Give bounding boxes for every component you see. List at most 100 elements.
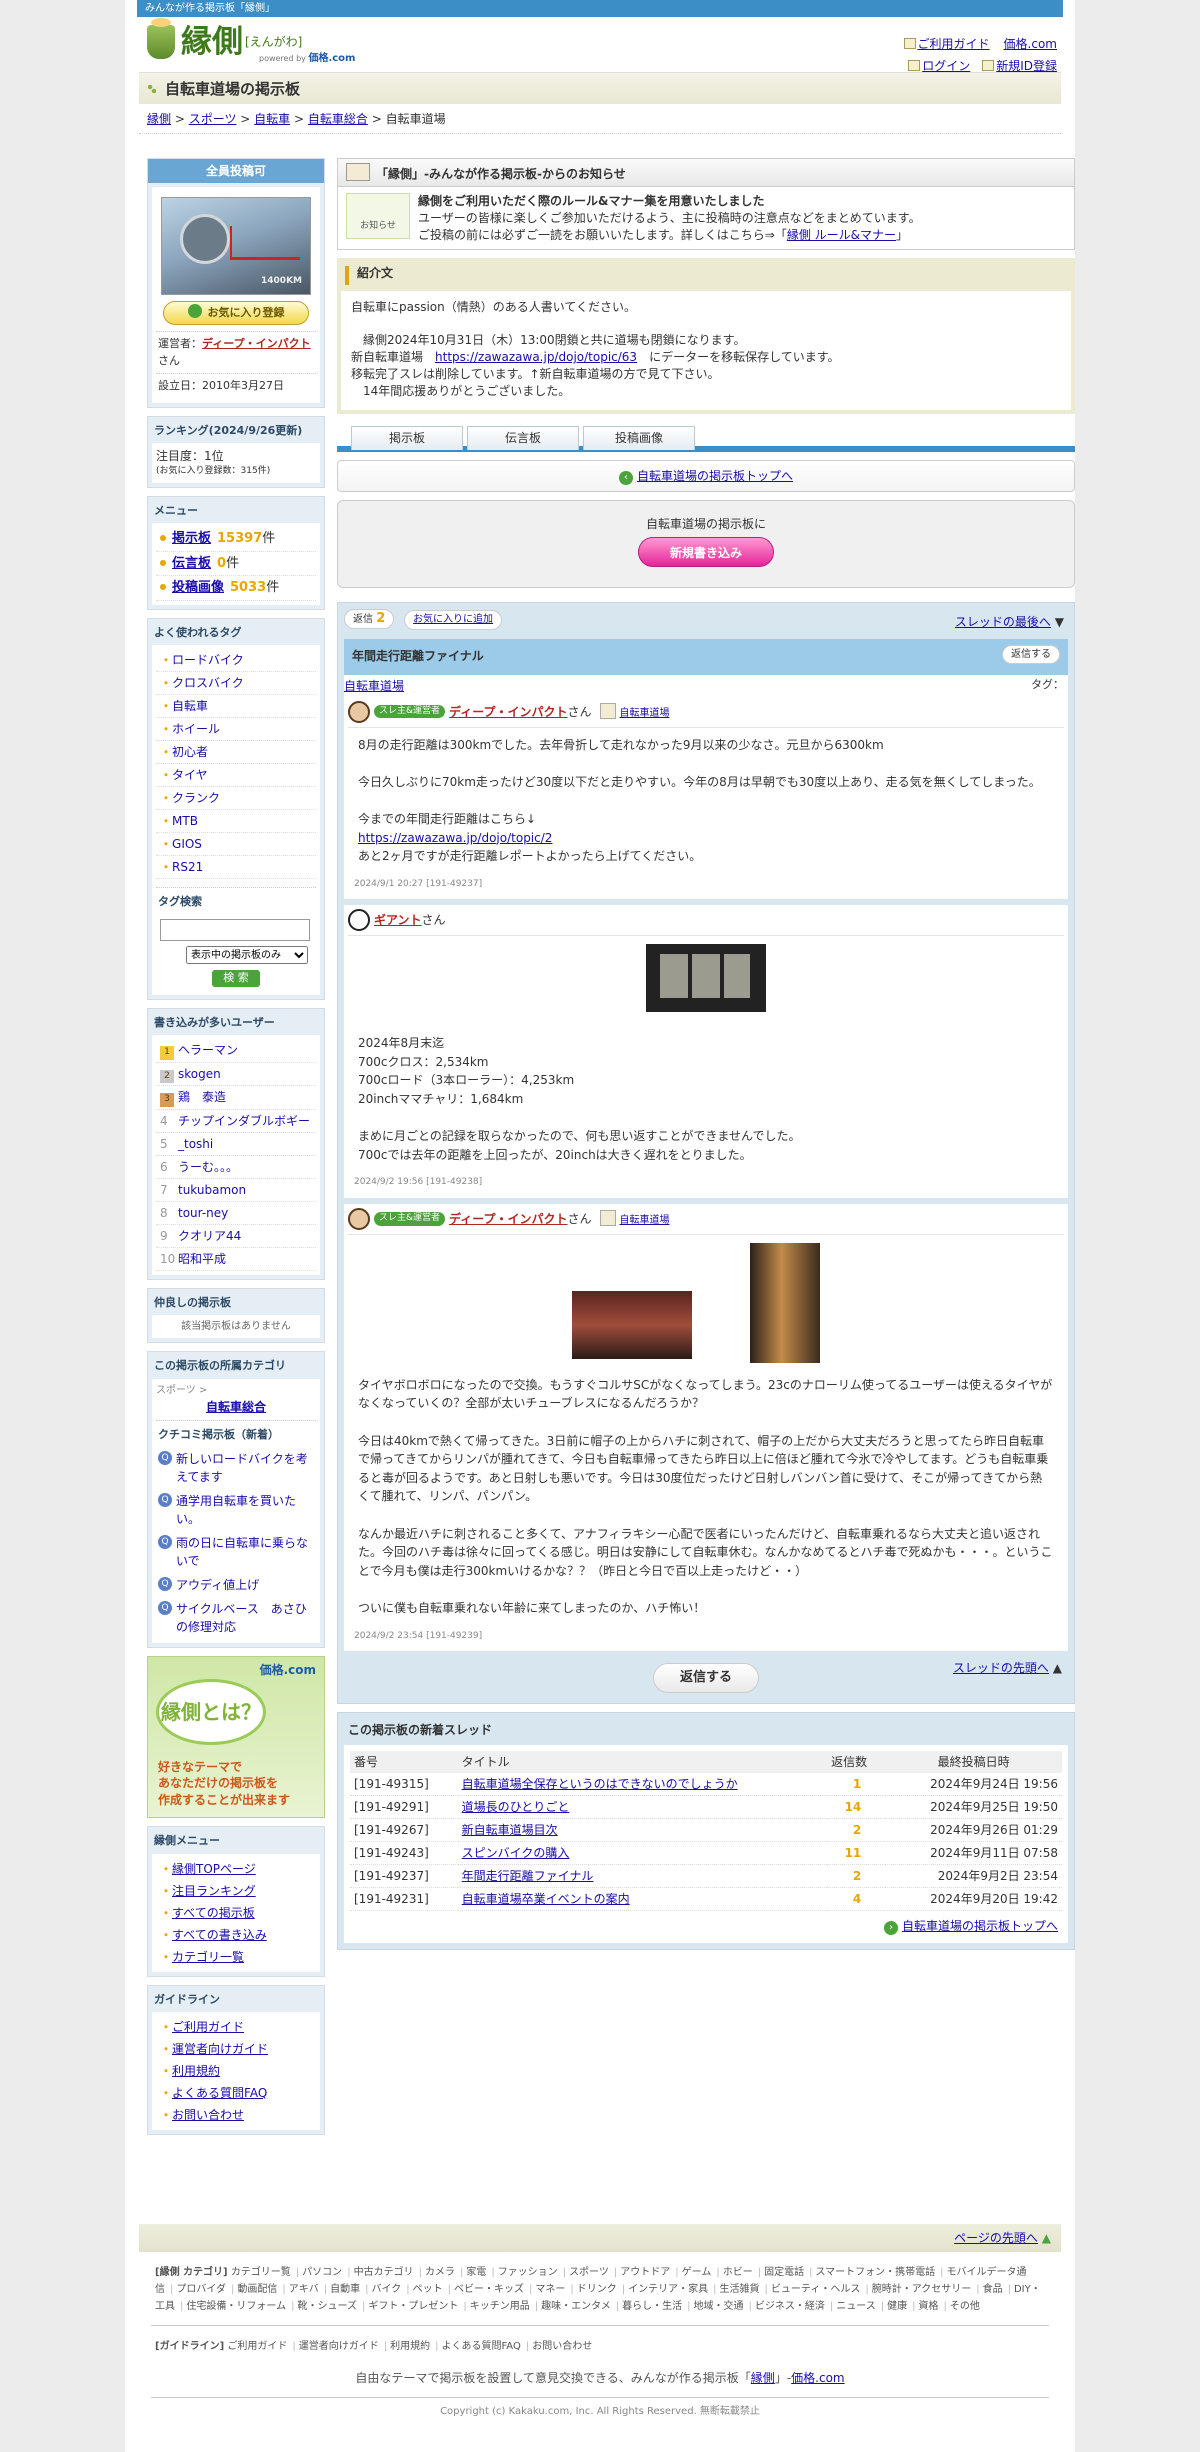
footer-category-link[interactable]: その他	[950, 2301, 980, 2312]
post-image-tire-closeup[interactable]	[750, 1242, 820, 1363]
footer-category-link[interactable]: マネー	[535, 2284, 565, 2295]
footer-category-link[interactable]: ベビー・キッズ	[454, 2284, 524, 2295]
menu-images-link[interactable]: 投稿画像	[172, 580, 224, 595]
footer-category-link[interactable]: 食品	[983, 2284, 1003, 2295]
add-favorite-button[interactable]: お気に入りに追加	[404, 609, 503, 630]
footer-category-link[interactable]: カメラ	[425, 2267, 455, 2278]
footer-category-link[interactable]: アウトドア	[620, 2267, 670, 2278]
new-dojo-url[interactable]: https://zawazawa.jp/dojo/topic/63	[435, 350, 637, 364]
kuchikomi-link[interactable]: 雨の日に自転車に乗らないで	[176, 1536, 308, 1568]
footer-category-link[interactable]: ニュース	[836, 2301, 876, 2312]
footer-category-link[interactable]: ドリンク	[577, 2284, 617, 2295]
thread-top-link[interactable]: スレッドの先頭へ	[953, 1661, 1049, 1675]
footer-category-link[interactable]: 自動車	[330, 2284, 360, 2295]
tag-search-scope-select[interactable]: 表示中の掲示板のみ	[186, 946, 308, 964]
rules-manners-link[interactable]: 縁側 ルール&マナー	[787, 228, 896, 242]
footer-category-link[interactable]: カテゴリー覧	[231, 2267, 291, 2278]
user-link[interactable]: _toshi	[178, 1137, 213, 1151]
tag-link[interactable]: クロスバイク	[172, 676, 244, 690]
guideline-link[interactable]: よくある質問FAQ	[172, 2086, 267, 2100]
footer-guideline-link[interactable]: 利用規約	[390, 2341, 430, 2352]
breadcrumb-bicycle-general[interactable]: 自転車総合	[308, 112, 368, 126]
post-image-cycle-computers[interactable]	[646, 944, 766, 1013]
footer-category-link[interactable]: プロバイダ	[176, 2284, 226, 2295]
footer-category-link[interactable]: 暮らし・生活	[622, 2301, 682, 2312]
footer-category-link[interactable]: スポーツ	[569, 2267, 609, 2278]
footer-category-link[interactable]: キッチン用品	[470, 2301, 530, 2312]
page-top-link[interactable]: ページの先頭へ	[954, 2231, 1038, 2245]
footer-category-link[interactable]: ゲーム	[682, 2267, 712, 2278]
thread-title-link[interactable]: 自転車道場全保存というのはできないのでしょうか	[462, 1777, 738, 1791]
user-link[interactable]: tour-ney	[178, 1206, 228, 1220]
menu-message-link[interactable]: 伝言板	[172, 556, 211, 571]
footer-category-link[interactable]: ビジネス・経済	[755, 2301, 825, 2312]
breadcrumb-bicycle[interactable]: 自転車	[254, 112, 290, 126]
post-user-link[interactable]: ディープ・インパクト	[449, 703, 567, 721]
thread-title-link[interactable]: 年間走行距離ファイナル	[462, 1869, 594, 1883]
tab-message[interactable]: 伝言板	[467, 425, 579, 450]
user-link[interactable]: tukubamon	[178, 1183, 246, 1197]
footer-category-link[interactable]: 住宅設備・リフォーム	[186, 2301, 286, 2312]
footer-category-link[interactable]: 資格	[919, 2301, 939, 2312]
engawa-menu-link[interactable]: 縁側TOPページ	[172, 1862, 256, 1876]
guide-link[interactable]: ご利用ガイド	[918, 37, 990, 51]
footer-category-link[interactable]: 地域・交通	[694, 2301, 744, 2312]
user-link[interactable]: ヘラーマン	[178, 1043, 238, 1057]
footer-category-link[interactable]: 生活雑貨	[720, 2284, 760, 2295]
register-link[interactable]: 新規ID登録	[996, 59, 1057, 73]
tag-link[interactable]: RS21	[172, 860, 203, 874]
footer-category-link[interactable]: ギフト・プレゼント	[368, 2301, 458, 2312]
tag-link[interactable]: タイヤ	[172, 768, 208, 782]
footer-category-link[interactable]: スマートフォン・携帯電話	[815, 2267, 935, 2278]
kuchikomi-link[interactable]: アウディ値上げ	[176, 1578, 259, 1592]
engawa-menu-link[interactable]: すべての掲示板	[172, 1906, 255, 1920]
engawa-menu-link[interactable]: カテゴリ一覧	[172, 1950, 244, 1964]
footer-category-link[interactable]: パソコン	[302, 2267, 342, 2278]
kuchikomi-link[interactable]: 新しいロードバイクを考えてます	[176, 1452, 308, 1484]
footer-category-link[interactable]: 動画配信	[237, 2284, 277, 2295]
user-link[interactable]: 昭和平成	[178, 1252, 226, 1266]
guideline-link[interactable]: お問い合わせ	[172, 2108, 244, 2122]
footer-category-link[interactable]: 固定電話	[764, 2267, 804, 2278]
owner-link[interactable]: ディープ・インパクト	[202, 337, 311, 350]
thread-board-link[interactable]: 自転車道場	[344, 679, 404, 693]
user-link[interactable]: クオリア44	[178, 1229, 241, 1243]
thread-title-link[interactable]: 自転車道場卒業イベントの案内	[462, 1892, 630, 1906]
tag-link[interactable]: GIOS	[172, 837, 202, 851]
thread-title-link[interactable]: 道場長のひとりごと	[462, 1800, 570, 1814]
footer-guideline-link[interactable]: よくある質問FAQ	[441, 2341, 520, 2352]
thread-title-link[interactable]: 新自転車道場目次	[462, 1823, 558, 1837]
footer-guideline-link[interactable]: お問い合わせ	[532, 2341, 592, 2352]
tag-link[interactable]: ホイール	[172, 722, 220, 736]
post-board-link[interactable]: 自転車道場	[600, 703, 670, 721]
footer-category-link[interactable]: 趣味・エンタメ	[541, 2301, 611, 2312]
footer-category-link[interactable]: ホビー	[723, 2267, 753, 2278]
footer-category-link[interactable]: アキバ	[289, 2284, 319, 2295]
user-link[interactable]: うーむ。。。	[178, 1160, 238, 1174]
board-top-link[interactable]: 自転車道場の掲示板トップへ	[637, 469, 793, 483]
kakaku-link[interactable]: 価格.com	[1004, 37, 1057, 51]
tag-link[interactable]: MTB	[172, 814, 198, 828]
post-board-link[interactable]: 自転車道場	[600, 1210, 670, 1228]
footer-category-link[interactable]: 健康	[887, 2301, 907, 2312]
category-link[interactable]: 自転車総合	[206, 1400, 266, 1414]
footer-category-link[interactable]: ビューティ・ヘルス	[771, 2284, 860, 2295]
footer-category-link[interactable]: 靴・シューズ	[297, 2301, 357, 2312]
tag-link[interactable]: ロードバイク	[172, 653, 244, 667]
footer-kakaku-link[interactable]: 価格.com	[791, 2371, 844, 2385]
login-link[interactable]: ログイン	[922, 59, 970, 73]
footer-guideline-link[interactable]: ご利用ガイド	[227, 2341, 287, 2352]
footer-category-link[interactable]: 腕時計・アクセサリー	[872, 2284, 972, 2295]
footer-category-link[interactable]: バイク	[371, 2284, 401, 2295]
tag-search-input[interactable]	[160, 918, 310, 941]
tag-link[interactable]: 初心者	[172, 745, 208, 759]
user-link[interactable]: チップインダブルボギー	[178, 1114, 310, 1128]
tab-images[interactable]: 投稿画像	[583, 425, 695, 450]
reply-button-bottom[interactable]: 返信する	[653, 1663, 759, 1694]
kuchikomi-link[interactable]: 通学用自転車を買いたい。	[176, 1494, 296, 1526]
tag-link[interactable]: クランク	[172, 791, 220, 805]
menu-board-link[interactable]: 掲示板	[172, 531, 211, 546]
footer-guideline-link[interactable]: 運営者向けガイド	[299, 2341, 379, 2352]
post-image-tire[interactable]	[572, 1290, 692, 1359]
tab-board[interactable]: 掲示板	[351, 425, 463, 450]
